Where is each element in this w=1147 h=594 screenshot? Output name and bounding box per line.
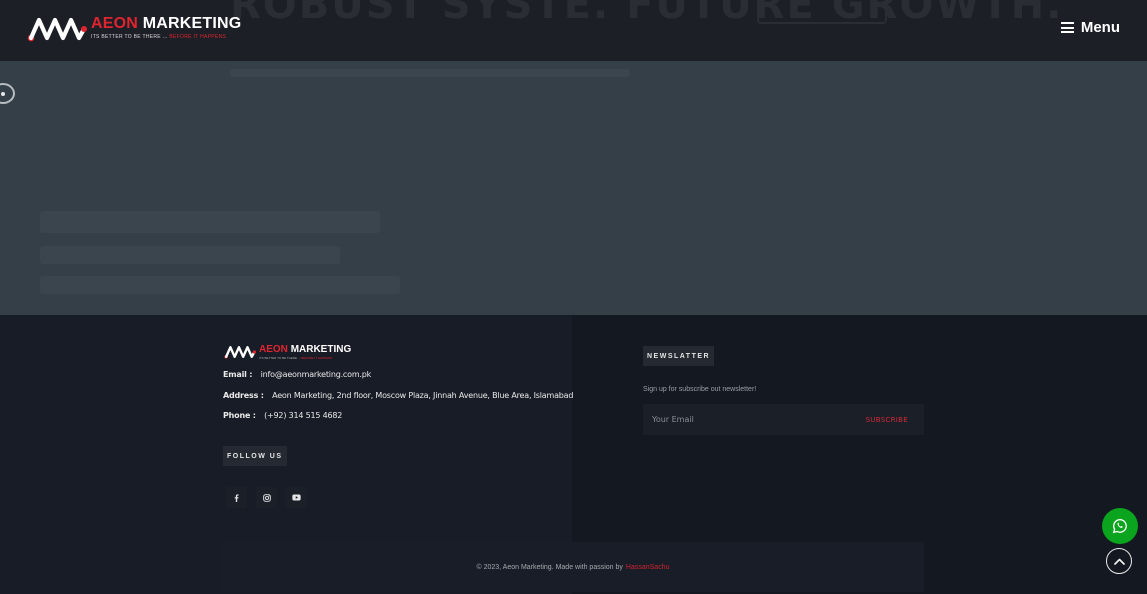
ghost-line <box>40 276 400 294</box>
email-label: Email : <box>223 370 253 379</box>
logo-name-part2: MARKETING <box>142 15 242 32</box>
whatsapp-button[interactable] <box>1102 508 1138 544</box>
ghost-line <box>40 211 380 233</box>
footer-logo[interactable]: AEON MARKETING ITS BETTER TO BE THERE ..… <box>223 344 351 360</box>
youtube-icon <box>292 494 301 501</box>
site-logo[interactable]: AEON MARKETING ITS BETTER TO BE THERE ..… <box>27 14 241 44</box>
site-header: ROBUST SYSTE. FUTURE GROWTH. AEON MARKET… <box>0 0 1147 61</box>
address-value: Aeon Marketing, 2nd floor, Moscow Plaza,… <box>272 391 574 400</box>
hero-ghost-button <box>757 0 887 24</box>
whatsapp-icon <box>1112 518 1127 534</box>
facebook-icon <box>234 493 239 502</box>
subscribe-button[interactable]: SUBSCRIBE <box>866 416 908 424</box>
newsletter-email-input[interactable] <box>652 415 852 424</box>
contact-address: Address : Aeon Marketing, 2nd floor, Mos… <box>223 391 573 400</box>
newsletter-form: SUBSCRIBE <box>643 404 924 435</box>
newsletter-heading: NEWSLATTER <box>643 346 715 366</box>
menu-button[interactable]: Menu <box>1060 19 1120 36</box>
newsletter-subtitle: Sign up for subscribe out newsletter! <box>643 386 757 393</box>
footer-logo-tagline-accent: BEFORE IT HAPPENS <box>301 356 333 360</box>
contact-email: Email : info@aeonmarketing.com.pk <box>223 370 371 379</box>
footer-logo-name-part1: AEON <box>259 344 288 355</box>
logo-wave-icon <box>27 17 87 42</box>
site-footer: AEON MARKETING ITS BETTER TO BE THERE ..… <box>0 315 1147 594</box>
footer-logo-name-part2: MARKETING <box>290 344 352 355</box>
youtube-link[interactable] <box>286 487 307 508</box>
logo-tagline-main: ITS BETTER TO BE THERE ... <box>91 34 168 40</box>
logo-tagline-accent: BEFORE IT HAPPENS <box>169 34 227 40</box>
facebook-link[interactable] <box>226 487 247 508</box>
logo-name-part1: AEON <box>91 15 139 32</box>
hero-ghost-heading: ROBUST SYSTE. FUTURE GROWTH. <box>230 0 1064 28</box>
page: ROBUST SYSTE. FUTURE GROWTH. AEON MARKET… <box>0 0 1147 594</box>
footer-logo-tagline-main: ITS BETTER TO BE THERE ... <box>259 356 301 360</box>
instagram-link[interactable] <box>256 487 277 508</box>
address-label: Address : <box>223 391 264 400</box>
phone-label: Phone : <box>223 411 256 420</box>
author-link[interactable]: HassanSachu <box>626 564 670 571</box>
hamburger-icon <box>1060 22 1074 33</box>
scroll-top-button[interactable] <box>1106 548 1132 574</box>
contact-phone: Phone : (+92) 314 515 4682 <box>223 411 342 420</box>
phone-value[interactable]: (+92) 314 515 4682 <box>264 411 342 420</box>
copyright-text: © 2023, Aeon Marketing. Made with passio… <box>476 563 623 571</box>
menu-label: Menu <box>1080 19 1120 36</box>
copyright-bar: © 2023, Aeon Marketing. Made with passio… <box>222 542 924 592</box>
footer-logo-wave-icon <box>224 346 256 359</box>
overlay-section <box>0 61 1147 315</box>
social-links <box>226 487 307 508</box>
chevron-up-icon <box>1113 558 1125 565</box>
ghost-line <box>230 69 630 77</box>
logo-text: AEON MARKETING ITS BETTER TO BE THERE ..… <box>91 14 241 40</box>
email-value[interactable]: info@aeonmarketing.com.pk <box>261 370 372 379</box>
follow-us-heading: FOLLOW US <box>223 446 287 466</box>
instagram-icon <box>262 493 271 502</box>
ghost-line <box>40 246 340 264</box>
cursor-dot <box>1 92 5 96</box>
